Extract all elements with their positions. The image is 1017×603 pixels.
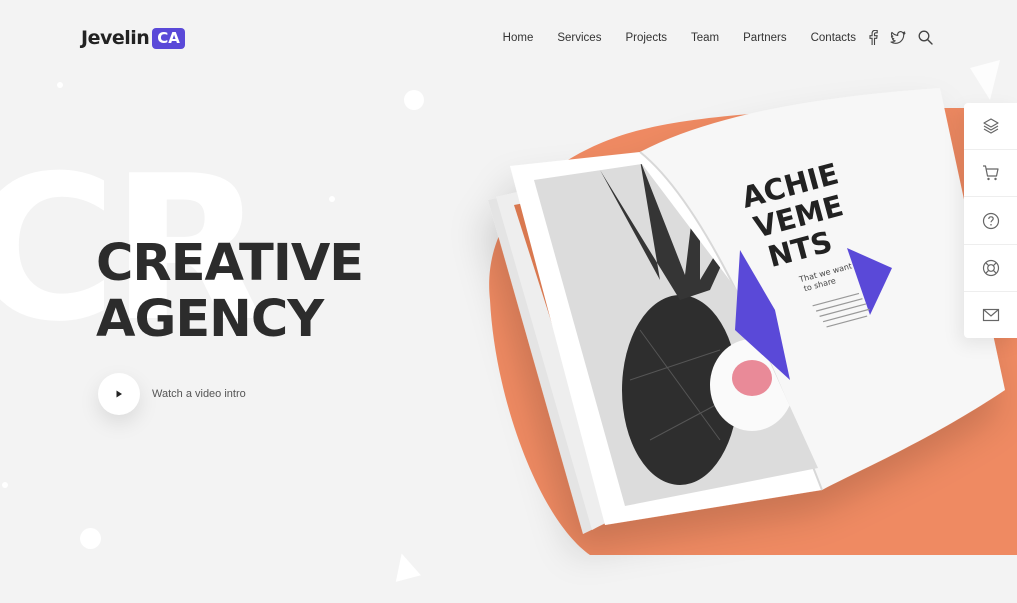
decor-dot <box>57 82 63 88</box>
mail-button[interactable] <box>964 292 1017 338</box>
mail-icon <box>982 308 999 322</box>
facebook-icon[interactable] <box>868 30 878 45</box>
support-button[interactable] <box>964 245 1017 292</box>
decor-dot <box>80 528 101 549</box>
main-nav: Home Services Projects Team Partners Con… <box>503 30 933 45</box>
decor-dot <box>2 482 8 488</box>
magazine-purple-triangle <box>847 248 892 315</box>
play-video-button[interactable] <box>98 373 140 415</box>
magazine-cover-strip <box>514 200 640 518</box>
magazine-right-page <box>640 88 1005 490</box>
hero-title: CREATIVE AGENCY <box>96 234 364 349</box>
decor-dot <box>329 196 335 202</box>
decor-triangle <box>389 550 421 582</box>
nav-contacts[interactable]: Contacts <box>811 32 856 44</box>
decor-triangle <box>970 60 1000 100</box>
magazine-page-edges <box>488 194 612 534</box>
cart-button[interactable] <box>964 150 1017 198</box>
magazine-subheading-line2: to share <box>803 276 837 293</box>
magazine-heading-line2: VEME <box>750 188 847 244</box>
magazine-purple-shape <box>735 250 790 380</box>
decor-dot <box>404 90 424 110</box>
hero-title-line2: AGENCY <box>96 290 324 349</box>
hero-title-line1: CREATIVE <box>96 234 364 293</box>
magazine-left-page <box>510 152 822 525</box>
side-toolbar <box>964 103 1017 338</box>
help-button[interactable] <box>964 197 1017 245</box>
magazine-heading-line1: ACHIE <box>738 156 842 214</box>
nav-partners[interactable]: Partners <box>743 32 786 44</box>
brand-logo[interactable]: Jevelin CA <box>81 27 185 49</box>
logo-badge: CA <box>152 27 185 49</box>
nav-projects[interactable]: Projects <box>625 32 667 44</box>
lifebuoy-icon <box>982 259 999 276</box>
orange-blob <box>489 108 1017 555</box>
nav-services[interactable]: Services <box>557 32 601 44</box>
layers-button[interactable] <box>964 103 1017 151</box>
twitter-icon[interactable] <box>890 30 906 45</box>
search-icon[interactable] <box>918 30 933 45</box>
magazine-subheading-line1: That we want <box>797 261 853 284</box>
logo-text: Jevelin <box>81 27 150 49</box>
nav-home[interactable]: Home <box>503 32 534 44</box>
layers-icon <box>982 118 999 134</box>
magazine-body-text <box>812 292 870 328</box>
magazine-heading-line3: NTS <box>764 224 836 274</box>
nav-team[interactable]: Team <box>691 32 719 44</box>
video-intro-link[interactable]: Watch a video intro <box>152 388 246 400</box>
play-icon <box>116 390 122 398</box>
help-icon <box>982 212 999 229</box>
cart-icon <box>982 165 999 181</box>
